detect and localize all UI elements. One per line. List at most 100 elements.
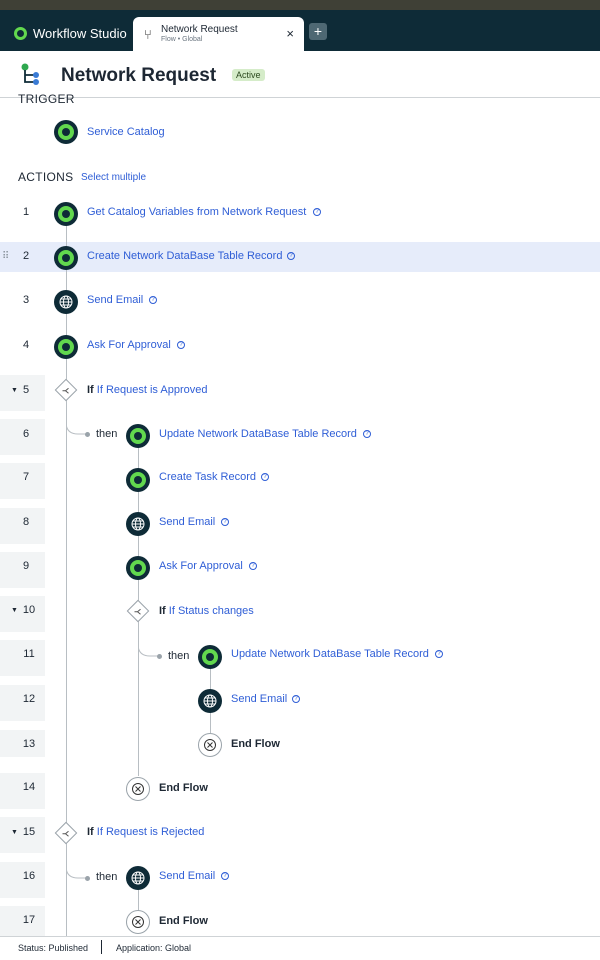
end-flow-label: End Flow <box>231 738 280 750</box>
then-label: then <box>96 871 118 883</box>
step-label[interactable]: Ask For Approval <box>87 339 171 351</box>
help-icon[interactable]: ? <box>221 872 229 880</box>
step-number: 4 <box>22 339 30 351</box>
help-icon[interactable]: ? <box>149 296 157 304</box>
globe-icon <box>198 689 222 713</box>
end-flow-icon <box>198 733 222 757</box>
globe-icon <box>126 866 150 890</box>
step-number: 13 <box>22 738 36 750</box>
end-flow-label: End Flow <box>159 782 208 794</box>
action-icon <box>126 468 150 492</box>
step-label[interactable]: Send Email <box>87 294 143 306</box>
step-label[interactable]: Create Task Record <box>159 471 256 483</box>
flow-tab-icon: ⑂ <box>144 27 152 42</box>
step-label[interactable]: Send Email <box>159 870 215 882</box>
step-number: 9 <box>22 560 30 572</box>
step-number: 11 <box>23 648 35 660</box>
help-icon[interactable]: ? <box>221 518 229 526</box>
step-label[interactable]: Send Email <box>231 693 287 705</box>
step-label[interactable]: Get Catalog Variables from Network Reque… <box>87 206 306 218</box>
tab-subtitle: Flow • Global <box>161 36 203 43</box>
step-label[interactable]: Update Network DataBase Table Record <box>159 428 357 440</box>
help-icon[interactable]: ? <box>287 252 295 260</box>
if-condition[interactable]: If If Status changes <box>159 605 254 617</box>
then-label: then <box>168 650 190 662</box>
then-dot <box>157 654 162 659</box>
end-flow-label: End Flow <box>159 915 208 927</box>
application-text: Application: Global <box>116 943 192 953</box>
help-icon[interactable]: ? <box>292 695 300 703</box>
page-title: Network Request <box>61 65 217 86</box>
step-number: 1 <box>22 206 30 218</box>
step-number: 14 <box>22 781 36 793</box>
app-brand[interactable]: Workflow Studio <box>14 24 127 42</box>
flow-tree-icon <box>21 63 39 85</box>
tab-title: Network Request <box>161 24 238 35</box>
step-number: 10 <box>22 604 36 616</box>
action-icon <box>126 556 150 580</box>
step-label[interactable]: Ask For Approval <box>159 560 243 572</box>
step-number: 3 <box>22 294 30 306</box>
close-tab-icon[interactable]: × <box>286 26 294 41</box>
flow-header: Network Request Active <box>0 51 600 98</box>
trigger-label[interactable]: Service Catalog <box>87 126 165 138</box>
top-bar: Workflow Studio ⑂ Network Request Flow •… <box>0 0 600 51</box>
app-name: Workflow Studio <box>33 25 127 41</box>
if-condition[interactable]: If If Request is Rejected <box>87 826 204 838</box>
step-number: 7 <box>22 471 30 483</box>
help-icon[interactable]: ? <box>261 473 269 481</box>
if-keyword: If <box>87 384 94 396</box>
then-branch-curve <box>66 842 88 879</box>
branch-diamond-icon <box>126 599 150 623</box>
if-condition-text: If Status changes <box>168 605 254 617</box>
select-multiple-link[interactable]: Select multiple <box>81 172 146 183</box>
help-icon[interactable]: ? <box>363 430 371 438</box>
browser-strip <box>0 0 600 10</box>
action-icon <box>198 645 222 669</box>
step-label[interactable]: Update Network DataBase Table Record <box>231 648 429 660</box>
branch-diamond-icon <box>54 821 78 845</box>
globe-icon <box>126 512 150 536</box>
step-number: 2 <box>22 250 30 262</box>
globe-icon <box>54 290 78 314</box>
then-dot <box>85 432 90 437</box>
trigger-heading: TRIGGER <box>18 92 75 106</box>
then-branch-curve <box>66 400 88 435</box>
if-keyword: If <box>159 605 166 617</box>
help-icon[interactable]: ? <box>313 208 321 216</box>
if-condition-text: If Request is Approved <box>96 384 208 396</box>
tab-network-request[interactable]: ⑂ Network Request Flow • Global × <box>133 17 304 51</box>
step-number: 17 <box>22 914 36 926</box>
action-icon <box>54 202 78 226</box>
step-number: 5 <box>22 384 30 396</box>
step-number: 16 <box>22 870 36 882</box>
action-icon <box>54 246 78 270</box>
if-keyword: If <box>87 826 94 838</box>
help-icon[interactable]: ? <box>177 341 185 349</box>
status-text: Status: Published <box>18 943 89 953</box>
trigger-icon <box>54 120 78 144</box>
new-tab-button[interactable]: + <box>309 23 327 40</box>
action-icon <box>54 335 78 359</box>
actions-heading: ACTIONS <box>18 170 74 184</box>
step-label[interactable]: Send Email <box>159 516 215 528</box>
then-branch-curve <box>138 620 160 657</box>
if-condition-text: If Request is Rejected <box>96 826 205 838</box>
action-icon <box>126 424 150 448</box>
end-flow-icon <box>126 777 150 801</box>
end-flow-icon <box>126 910 150 934</box>
status-footer: Status: Published Application: Global <box>0 936 600 960</box>
footer-divider <box>101 940 102 954</box>
step-number: 8 <box>22 516 30 528</box>
workflow-studio-logo-icon <box>14 26 27 40</box>
branch-diamond-icon <box>54 378 78 402</box>
step-label[interactable]: Create Network DataBase Table Record <box>87 250 282 262</box>
help-icon[interactable]: ? <box>435 650 443 658</box>
step-number: 15 <box>22 826 36 838</box>
step-number: 6 <box>22 428 30 440</box>
then-dot <box>85 876 90 881</box>
step-number: 12 <box>22 693 36 705</box>
help-icon[interactable]: ? <box>249 562 257 570</box>
if-condition[interactable]: If If Request is Approved <box>87 384 207 396</box>
status-badge: Active <box>232 69 265 81</box>
